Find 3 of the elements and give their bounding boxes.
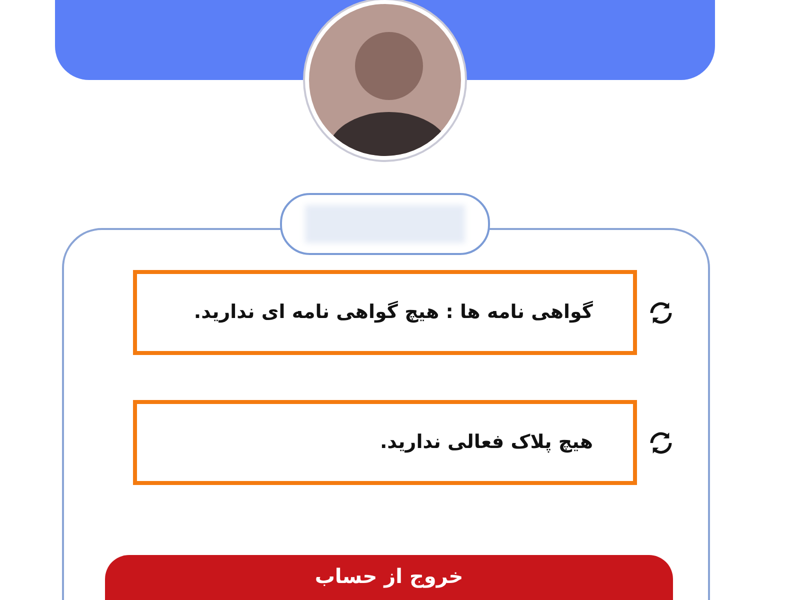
status-text: هیچ پلاک فعالی ندارید. (380, 430, 593, 456)
status-text: گواهی نامه ها : هیچ گواهی نامه ای ندارید. (194, 300, 593, 326)
logout-button[interactable]: خروج از حساب (105, 555, 673, 600)
